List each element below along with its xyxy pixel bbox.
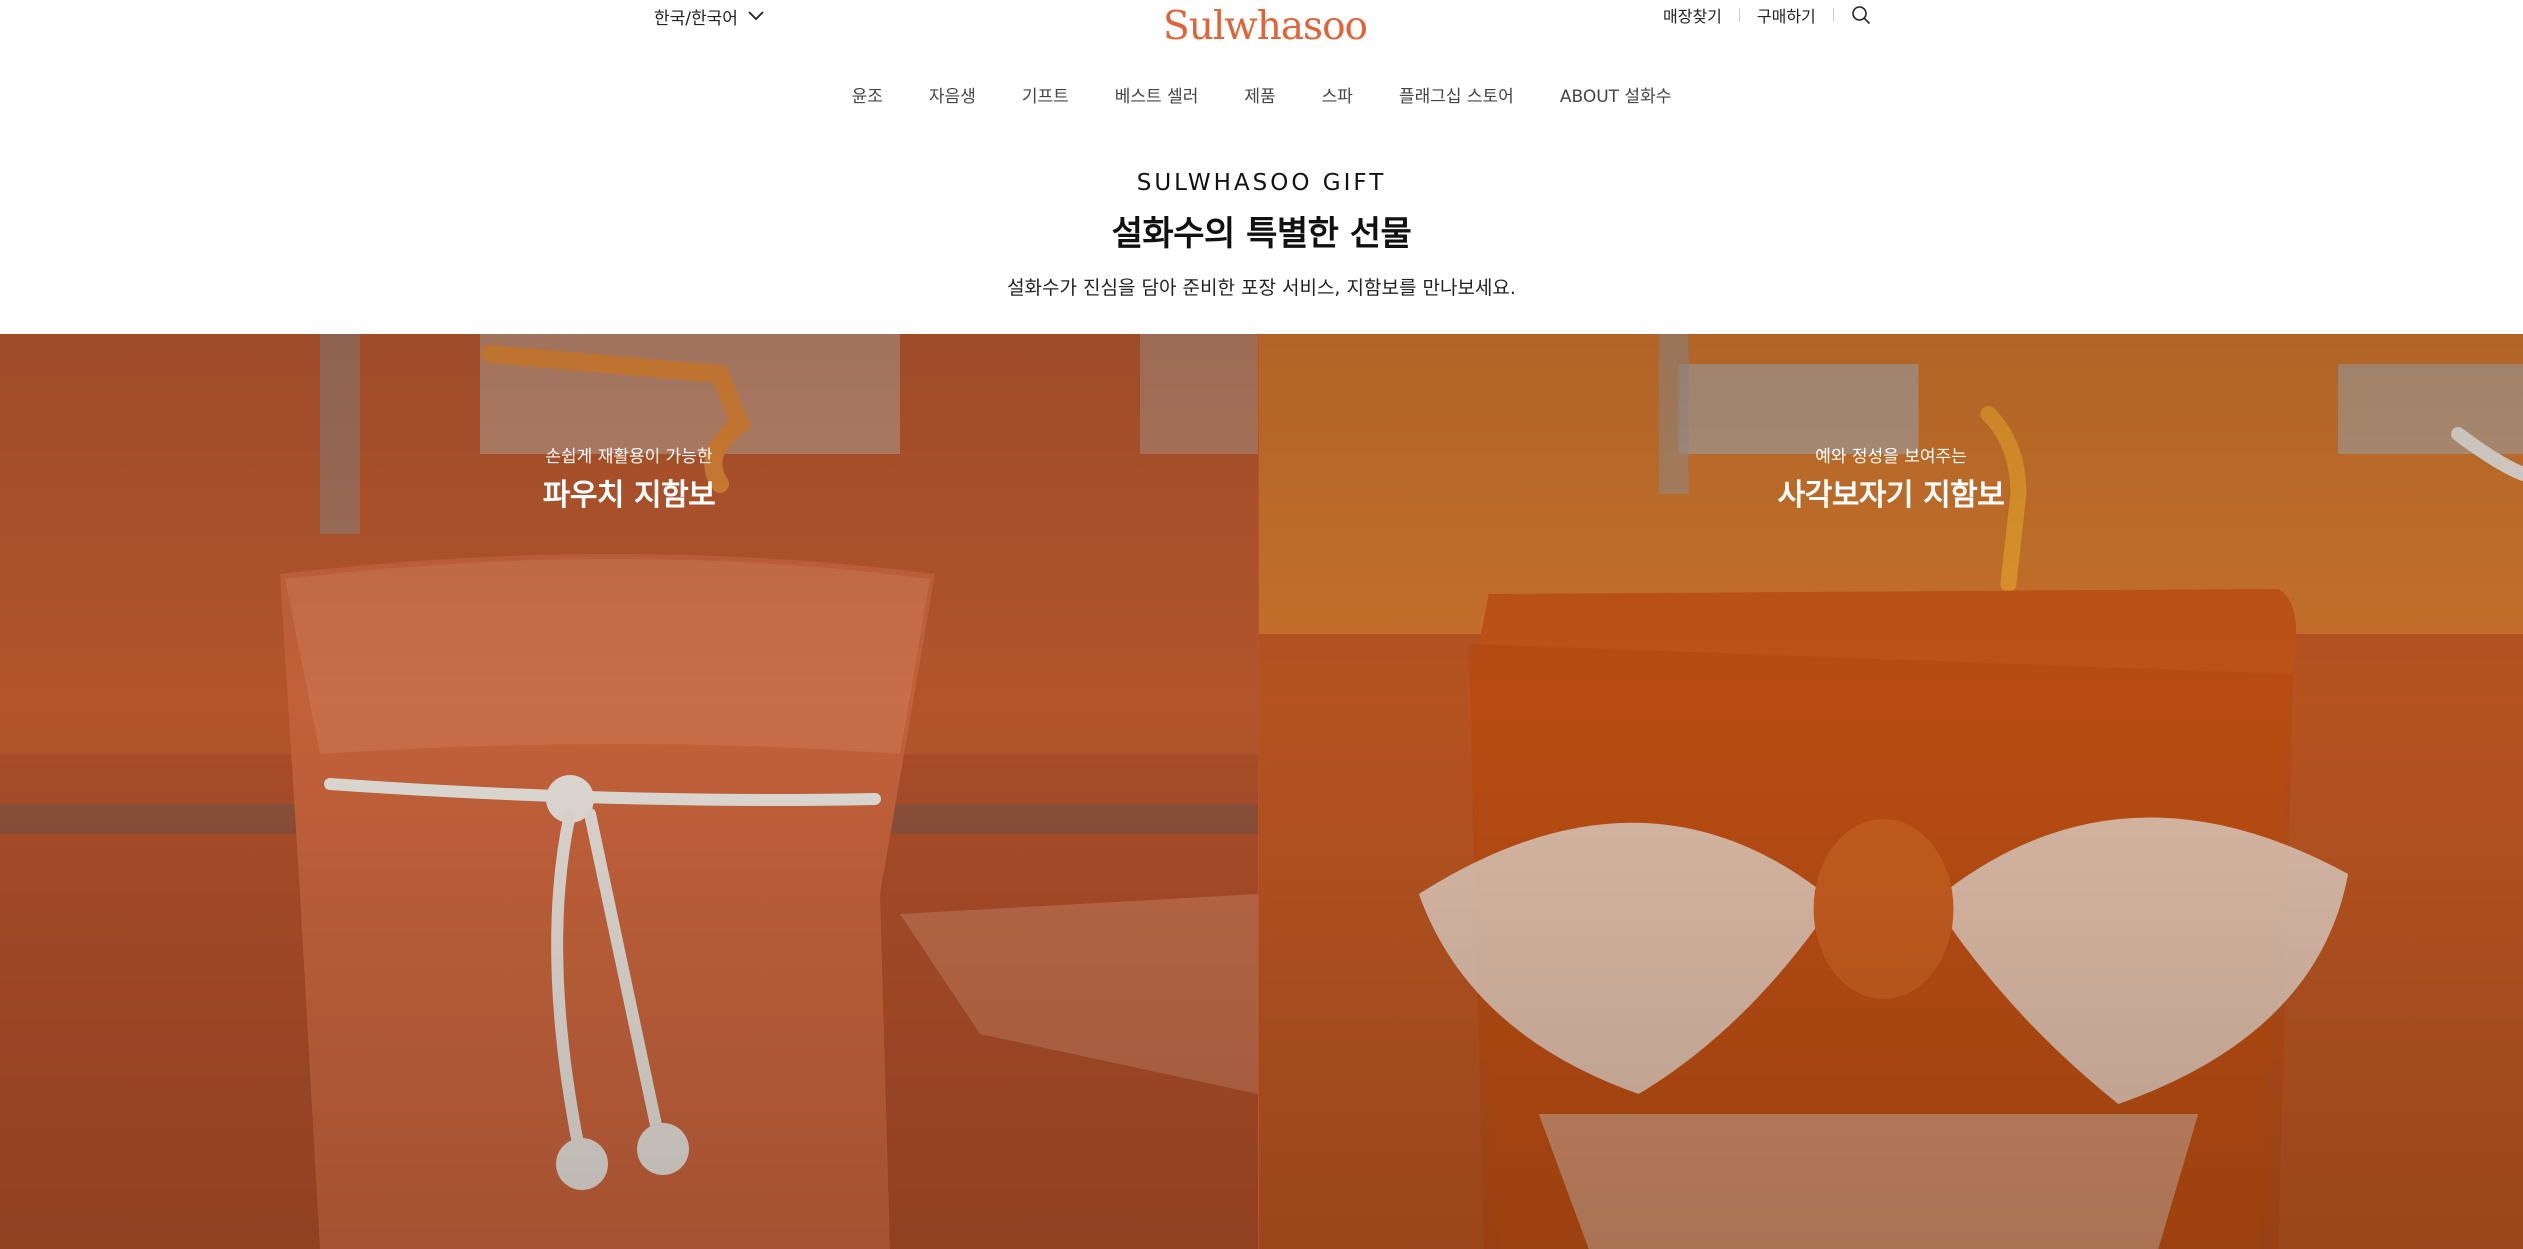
search-button[interactable] (1851, 4, 1873, 26)
utility-links: 매장찾기 구매하기 (1663, 2, 1873, 28)
nav-item-spa[interactable]: 스파 (1322, 82, 1353, 107)
nav-item-about[interactable]: ABOUT 설화수 (1560, 82, 1672, 107)
where-to-buy-link[interactable]: 구매하기 (1757, 3, 1816, 27)
language-label: 한국/한국어 (654, 8, 738, 29)
nav-item-products[interactable]: 제품 (1244, 82, 1275, 107)
chevron-down-icon (748, 11, 764, 21)
section-eyebrow: SULWHASOO GIFT (1136, 170, 1387, 196)
main-navigation: 윤조 자음생 기프트 베스트 셀러 제품 스파 플래그십 스토어 ABOUT 설… (0, 76, 2523, 112)
card-subtitle: 예와 정성을 보여주는 (1815, 447, 1967, 467)
divider (1832, 8, 1834, 22)
search-icon (1851, 6, 1870, 25)
nav-item-best-seller[interactable]: 베스트 셀러 (1115, 82, 1199, 107)
top-utility-bar: 한국/한국어 Sulwhasoo 매장찾기 구매하기 (0, 0, 2523, 49)
language-selector[interactable]: 한국/한국어 (654, 3, 766, 29)
pouch-wrap-card[interactable]: 손쉽게 재활용이 가능한 파우치 지함보 (0, 334, 1258, 1249)
card-subtitle: 손쉽게 재활용이 가능한 (545, 447, 713, 467)
divider (1738, 8, 1740, 22)
brand-logo[interactable]: Sulwhasoo (1163, 2, 1368, 52)
card-title: 파우치 지함보 (542, 478, 716, 513)
square-bojagi-card[interactable]: 예와 정성을 보여주는 사각보자기 지함보 (1258, 334, 2523, 1249)
nav-item-yunjo[interactable]: 윤조 (852, 82, 883, 107)
nav-item-gift[interactable]: 기프트 (1022, 82, 1069, 107)
nav-item-jaumsaeng[interactable]: 자음생 (929, 82, 976, 107)
gift-wrap-cards: 손쉽게 재활용이 가능한 파우치 지함보 예와 정성을 보여주는 사각보자기 지… (0, 334, 2523, 1249)
nav-item-flagship-store[interactable]: 플래그십 스토어 (1399, 82, 1514, 107)
card-caption: 예와 정성을 보여주는 사각보자기 지함보 (1259, 444, 2523, 516)
gift-intro: SULWHASOO GIFT 설화수의 특별한 선물 설화수가 진심을 담아 준… (0, 165, 2523, 303)
card-caption: 손쉽게 재활용이 가능한 파우치 지함보 (0, 444, 1258, 516)
store-locator-link[interactable]: 매장찾기 (1663, 3, 1722, 27)
page-title: 설화수의 특별한 선물 (1111, 214, 1412, 254)
card-title: 사각보자기 지함보 (1777, 478, 2005, 513)
page-description: 설화수가 진심을 담아 준비한 포장 서비스, 지함보를 만나보세요. (1007, 277, 1516, 299)
